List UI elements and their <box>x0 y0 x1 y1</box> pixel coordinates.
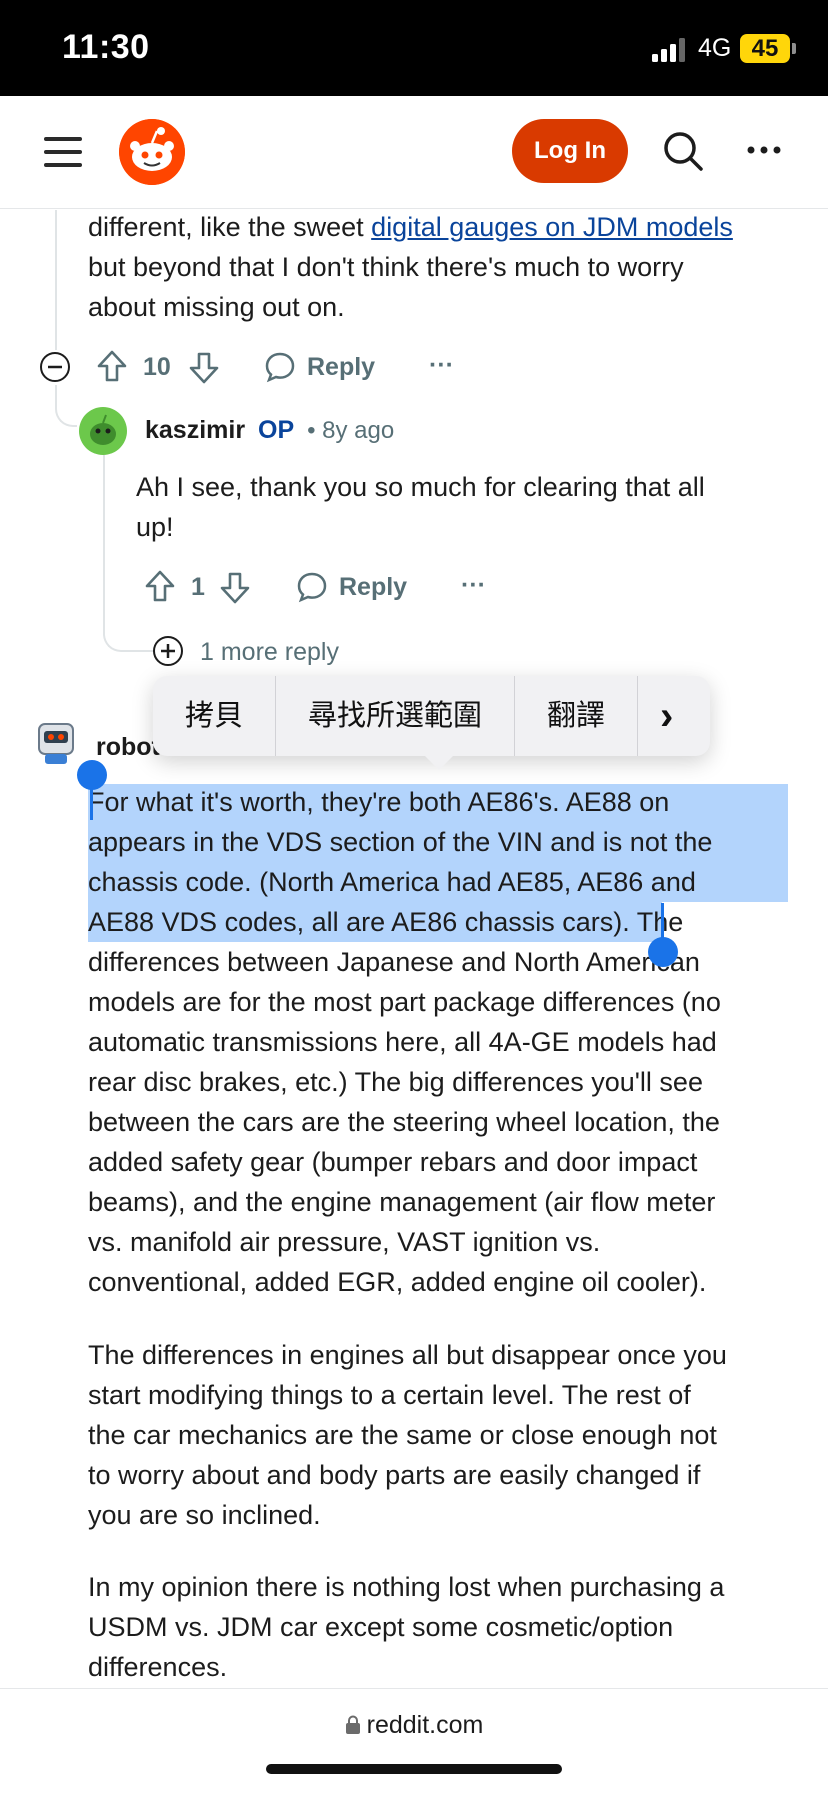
comment-text: you are so inclined. <box>88 1500 321 1530</box>
more-replies-link[interactable]: 1 more reply <box>200 638 339 667</box>
reply-button[interactable]: Reply <box>339 573 407 602</box>
op-badge: OP <box>258 416 295 444</box>
selection-end-handle[interactable] <box>648 937 678 967</box>
comment-text: up! <box>136 512 174 542</box>
menu-icon[interactable] <box>44 137 82 167</box>
reply-button[interactable]: Reply <box>307 353 375 382</box>
comment-text: start modifying things to a certain leve… <box>88 1380 691 1410</box>
lock-icon <box>345 1715 360 1734</box>
comment-text: rear disc brakes, etc.) The big differen… <box>88 1067 703 1097</box>
author-name[interactable]: kaszimir <box>145 416 245 444</box>
author-name[interactable]: robot <box>96 733 160 762</box>
home-indicator[interactable] <box>266 1764 562 1774</box>
comment-text: automatic transmissions here, all 4A-GE … <box>88 1027 717 1057</box>
url-text: reddit.com <box>366 1711 484 1739</box>
comment-text: In my opinion there is nothing lost when… <box>88 1572 725 1602</box>
text-context-menu: 拷貝 尋找所選範圍 翻譯 › <box>153 676 710 756</box>
comment-text: conventional, added EGR, added engine oi… <box>88 1267 707 1297</box>
battery-nub <box>792 43 796 54</box>
expand-icon[interactable] <box>152 635 184 667</box>
comment-text: the car mechanics are the same or close … <box>88 1420 717 1450</box>
comment-text: chassis code. (North America had AE85, A… <box>88 867 696 897</box>
downvote-icon[interactable] <box>219 571 251 605</box>
comment-text: differences between Japanese and North A… <box>88 947 700 977</box>
comment-header: kaszimir OP • 8y ago <box>145 416 394 445</box>
collapse-icon[interactable] <box>39 351 71 383</box>
search-icon[interactable] <box>662 130 704 172</box>
thread-line <box>55 210 57 350</box>
reddit-logo-icon[interactable] <box>119 119 185 185</box>
network-type: 4G <box>698 34 732 62</box>
comment-text: For what it's worth, they're both AE86's… <box>88 787 670 817</box>
gauges-link[interactable]: digital gauges on JDM models <box>371 212 733 242</box>
reply-icon[interactable] <box>296 571 328 603</box>
upvote-icon[interactable] <box>144 569 176 603</box>
translate-menu-item[interactable]: 翻譯 <box>515 676 639 756</box>
comment-text: but beyond that I don't think there's mu… <box>88 252 684 282</box>
selection-start-handle[interactable] <box>77 760 107 790</box>
comment-more-button[interactable]: ··· <box>429 351 454 380</box>
reply-icon[interactable] <box>264 351 296 383</box>
comment-text: The differences in engines all but disap… <box>88 1340 727 1370</box>
avatar <box>79 407 127 455</box>
comment-age: • 8y ago <box>307 417 395 444</box>
comment-text: USDM vs. JDM car except some cosmetic/op… <box>88 1612 674 1642</box>
cellular-signal-icon <box>652 38 685 62</box>
vote-count: 10 <box>143 353 171 381</box>
avatar <box>38 723 74 764</box>
comment-text: AE88 VDS codes, all are AE86 chassis car… <box>88 907 684 937</box>
comment-text: models are for the most part package dif… <box>88 987 721 1017</box>
vote-count: 1 <box>191 573 205 601</box>
copy-menu-item[interactable]: 拷貝 <box>153 676 277 756</box>
next-menu-arrow-icon[interactable]: › <box>638 676 695 756</box>
comment-text: vs. manifold air pressure, VAST ignition… <box>88 1227 601 1257</box>
address-bar[interactable]: reddit.com <box>0 1711 828 1740</box>
comment-text: between the cars are the steering wheel … <box>88 1107 720 1137</box>
comment-more-button[interactable]: ··· <box>461 571 486 600</box>
comment-text: differences. <box>88 1652 228 1682</box>
upvote-icon[interactable] <box>96 349 128 383</box>
login-button[interactable]: Log In <box>512 119 628 183</box>
comment-text: Ah I see, thank you so much for clearing… <box>136 472 705 502</box>
browser-bottom-bar <box>0 1688 828 1793</box>
comment-text: appears in the VDS section of the VIN an… <box>88 827 713 857</box>
comment-text: added safety gear (bumper rebars and doo… <box>88 1147 698 1177</box>
status-time: 11:30 <box>62 28 150 66</box>
downvote-icon[interactable] <box>188 351 220 385</box>
comment-text: about missing out on. <box>88 292 345 322</box>
comment-text: beams), and the engine management (air f… <box>88 1187 716 1217</box>
context-menu-pointer <box>423 754 455 770</box>
battery-icon: 45 <box>740 34 790 63</box>
comment-text: to worry about and body parts are easily… <box>88 1460 701 1490</box>
thread-elbow <box>55 385 77 427</box>
more-options-icon[interactable] <box>744 138 784 162</box>
comment-text: different, like the sweet digital gauges… <box>88 212 733 242</box>
find-selection-menu-item[interactable]: 尋找所選範圍 <box>276 676 516 756</box>
